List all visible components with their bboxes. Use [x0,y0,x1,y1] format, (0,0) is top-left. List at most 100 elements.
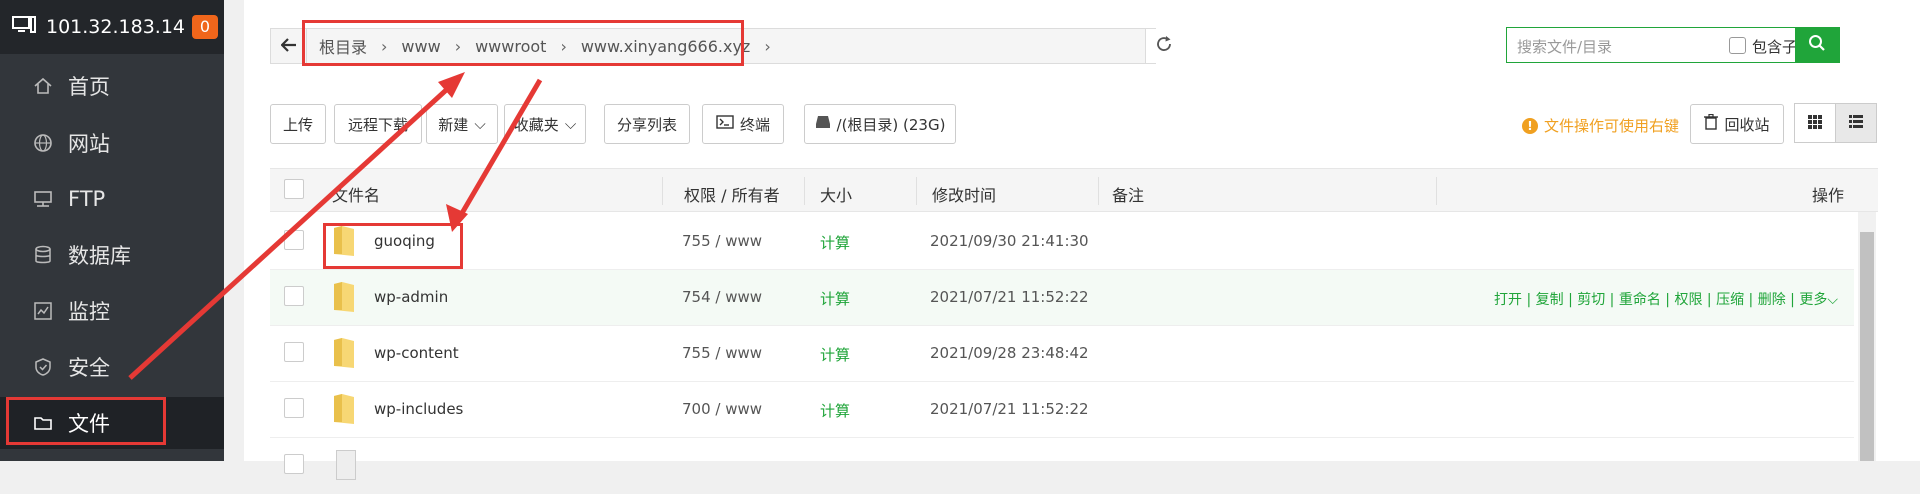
chevron-down-icon: ⌵ [1827,292,1838,308]
scrollbar-thumb[interactable] [1860,232,1874,461]
server-ip: 101.32.183.14 [46,16,186,38]
server-header: 101.32.183.14 0 [0,0,224,54]
annotation-box-path [302,20,744,66]
trash-icon [1704,113,1719,134]
favorites-button[interactable]: 收藏夹 ⌵ [504,104,586,144]
calc-size-link[interactable]: 计算 [820,344,850,365]
calc-size-link[interactable]: 计算 [820,288,850,309]
row-checkbox[interactable] [284,230,304,250]
globe-icon [32,132,54,154]
terminal-label: 终端 [739,115,770,134]
file-manager-panel: 根目录 › www › wwwroot › www.xinyang666.xyz… [244,0,1920,480]
disk-label: /(根目录) (23G) [836,115,946,134]
col-actions: 操作 [1812,186,1845,205]
file-name[interactable]: wp-content [374,344,459,362]
chevron-right-icon: › [764,36,771,56]
table-row[interactable]: wp-content 755 / www 计算 2021/09/28 23:48… [270,326,1854,382]
list-icon [1849,114,1863,133]
hint-text: 文件操作可使用右键 [1544,117,1680,135]
calc-size-link[interactable]: 计算 [820,400,850,421]
file-perm[interactable]: 755 / www [682,232,762,250]
grid-icon [1808,114,1822,133]
sidebar-item-label: 安全 [68,356,110,380]
sidebar-item-label: 首页 [68,75,110,99]
chevron-down-icon: ⌵ [564,115,577,133]
row-actions-text[interactable]: 打开 | 复制 | 剪切 | 重命名 | 权限 | 压缩 | 删除 | 更多 [1494,292,1827,308]
file-name[interactable]: wp-includes [374,400,463,418]
sidebar: 101.32.183.14 0 首页 网站 FTP 数据库 监控 安全 文件 [0,0,224,461]
col-name[interactable]: 文件名 [332,182,380,206]
notification-badge[interactable]: 0 [192,15,218,39]
col-perm-owner[interactable]: 权限 / 所有者 [684,182,780,206]
vertical-scrollbar[interactable] [1858,212,1876,461]
table-row[interactable]: wp-includes 700 / www 计算 2021/07/21 11:5… [270,382,1854,438]
disk-icon [815,115,831,133]
database-icon [32,244,54,266]
remote-download-label: 远程下载 [347,115,408,134]
arrow-left-icon [279,37,297,56]
sidebar-item-database[interactable]: 数据库 [0,229,224,281]
sidebar-item-ftp[interactable]: FTP [0,173,224,225]
annotation-box-files [6,397,166,445]
ftp-icon [32,188,54,210]
file-perm[interactable]: 700 / www [682,400,762,418]
row-checkbox[interactable] [284,454,304,474]
list-view-button[interactable] [1835,103,1877,143]
refresh-button[interactable] [1145,29,1181,63]
row-checkbox[interactable] [284,286,304,306]
search-button[interactable] [1795,28,1839,62]
calc-size-link[interactable]: 计算 [820,232,850,253]
row-checkbox[interactable] [284,342,304,362]
folder-icon [332,336,356,374]
file-name[interactable]: wp-admin [374,288,448,306]
new-label: 新建 [438,115,469,134]
sidebar-item-security[interactable]: 安全 [0,341,224,393]
recycle-bin-button[interactable]: 回收站 [1690,104,1784,144]
file-perm[interactable]: 754 / www [682,288,762,306]
sidebar-item-website[interactable]: 网站 [0,117,224,169]
share-list-label: 分享列表 [616,115,677,134]
annotation-box-folder [323,223,463,269]
monitor-icon [12,15,36,40]
favorites-label: 收藏夹 [513,115,559,134]
row-actions[interactable]: 打开 | 复制 | 剪切 | 重命名 | 权限 | 压缩 | 删除 | 更多⌵ [1494,289,1838,309]
terminal-button[interactable]: 终端 [702,104,784,144]
sidebar-item-monitor[interactable]: 监控 [0,285,224,337]
terminal-icon [716,115,734,133]
disk-button[interactable]: /(根目录) (23G) [804,104,956,144]
upload-label: 上传 [282,115,313,134]
sidebar-item-label: FTP [68,187,106,211]
remote-download-button[interactable]: 远程下载 [334,104,422,144]
search-box: 搜索文件/目录 包含子目录 [1506,27,1840,63]
table-header: 文件名 权限 / 所有者 大小 修改时间 备注 操作 [270,168,1878,212]
col-note: 备注 [1112,186,1145,205]
shield-icon [32,356,54,378]
file-mtime: 2021/09/30 21:41:30 [930,232,1089,250]
select-all-checkbox[interactable] [284,179,304,199]
upload-button[interactable]: 上传 [270,104,326,144]
table-row[interactable]: guoqing 755 / www 计算 2021/09/30 21:41:30 [270,214,1854,270]
col-size[interactable]: 大小 [820,182,852,206]
sidebar-item-home[interactable]: 首页 [0,60,224,112]
monitor-chart-icon [32,300,54,322]
search-input[interactable]: 搜索文件/目录 [1517,36,1612,57]
file-icon [336,450,356,480]
sidebar-item-label: 监控 [68,300,110,324]
include-subdir-checkbox[interactable] [1729,37,1746,54]
table-row[interactable]: wp-admin 754 / www 计算 2021/07/21 11:52:2… [270,270,1854,326]
info-icon: ! [1522,117,1538,134]
table-row[interactable] [270,438,1854,494]
refresh-icon [1155,35,1173,57]
file-mtime: 2021/07/21 11:52:22 [930,400,1089,418]
file-mtime: 2021/07/21 11:52:22 [930,288,1089,306]
chevron-down-icon: ⌵ [474,115,486,133]
sidebar-item-label: 网站 [68,132,110,156]
new-button[interactable]: 新建 ⌵ [426,104,498,144]
row-checkbox[interactable] [284,398,304,418]
col-mtime[interactable]: 修改时间 [932,182,996,206]
grid-view-button[interactable] [1794,103,1836,143]
folder-icon [332,392,356,430]
recycle-bin-label: 回收站 [1724,115,1770,134]
share-list-button[interactable]: 分享列表 [604,104,690,144]
file-perm[interactable]: 755 / www [682,344,762,362]
